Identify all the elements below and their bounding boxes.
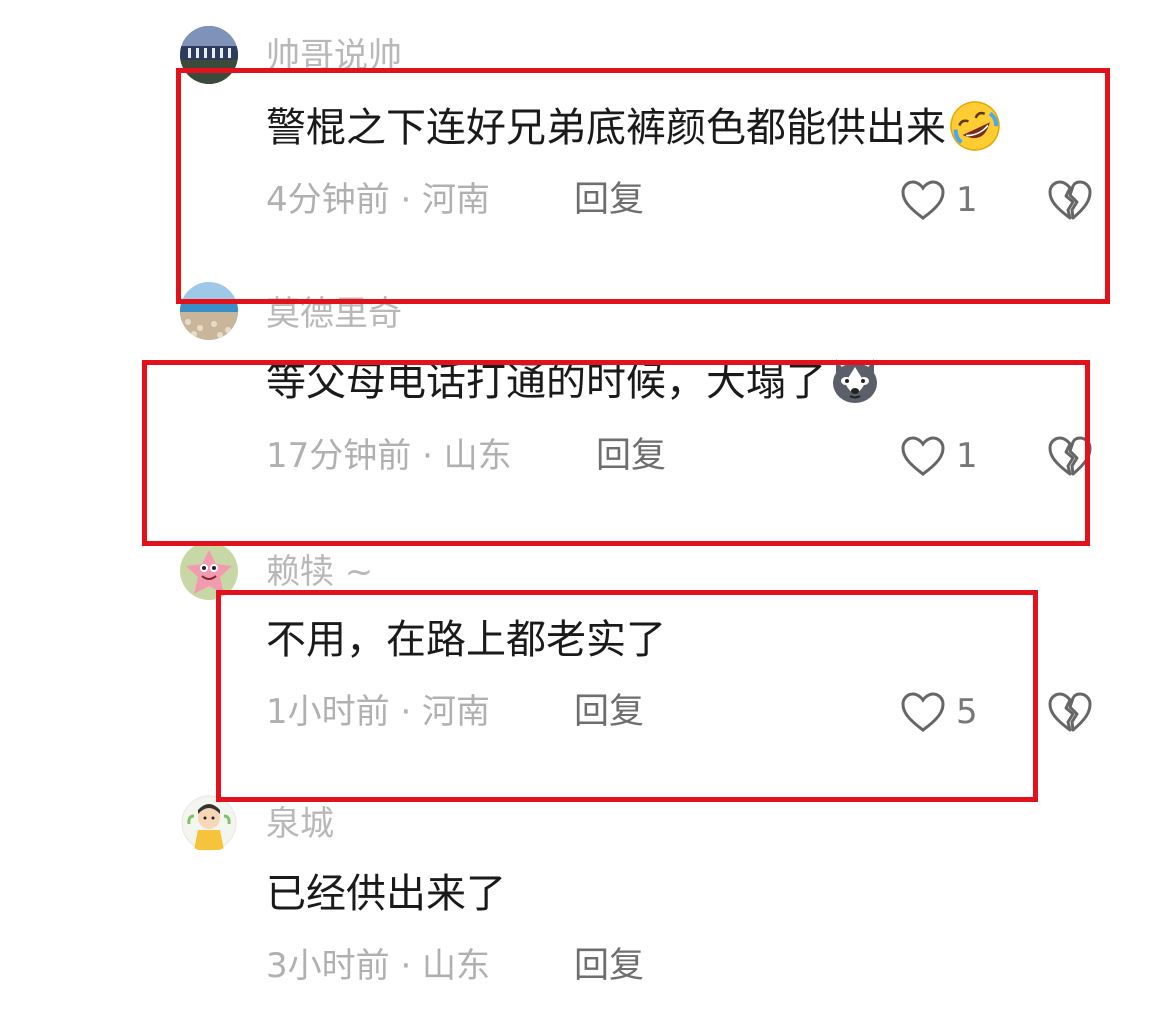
avatar[interactable]	[180, 794, 238, 852]
avatar-cartoon-boy-image	[180, 794, 238, 852]
comment-text: 已经供出来了	[266, 870, 506, 918]
highlight-box	[176, 68, 1110, 304]
highlight-box	[142, 360, 1090, 546]
dislike-button[interactable]	[1046, 690, 1094, 734]
broken-heart-icon	[1048, 692, 1092, 732]
highlight-box	[216, 590, 1038, 802]
comment-item: 泉城 已经供出来了 3小时前 · 山东 回复	[0, 768, 1152, 1018]
username[interactable]: 泉城	[266, 804, 334, 844]
comment-text-content: 已经供出来了	[266, 871, 506, 917]
username[interactable]: 赖犊 ~	[266, 552, 373, 592]
comment-meta: 3小时前 · 山东	[266, 946, 491, 986]
reply-button[interactable]: 回复	[574, 946, 644, 986]
